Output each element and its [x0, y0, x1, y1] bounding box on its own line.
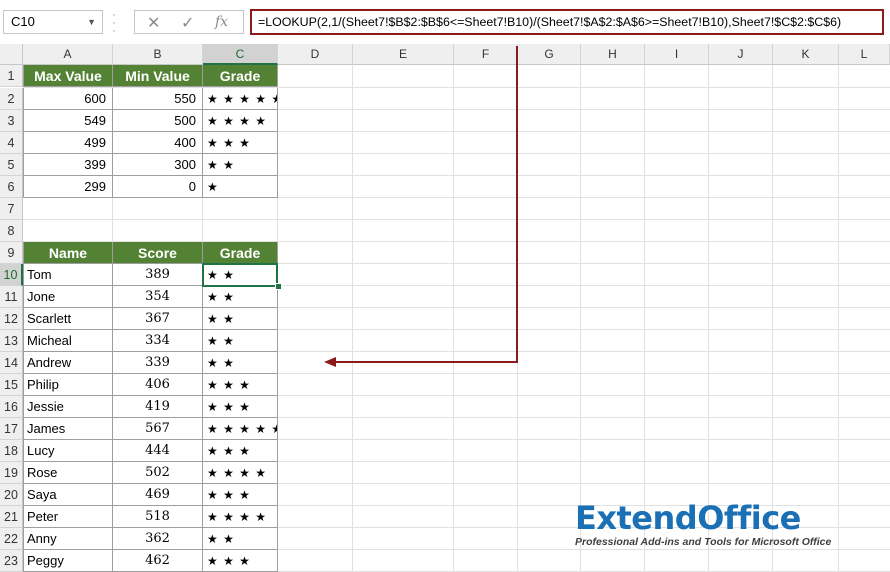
logo-tagline: Professional Add-ins and Tools for Micro…	[575, 536, 832, 548]
annotation-arrow	[324, 46, 518, 367]
logo-name: ExtendOffice	[575, 499, 801, 537]
extendoffice-logo: ExtendOffice Professional Add-ins and To…	[575, 500, 831, 548]
